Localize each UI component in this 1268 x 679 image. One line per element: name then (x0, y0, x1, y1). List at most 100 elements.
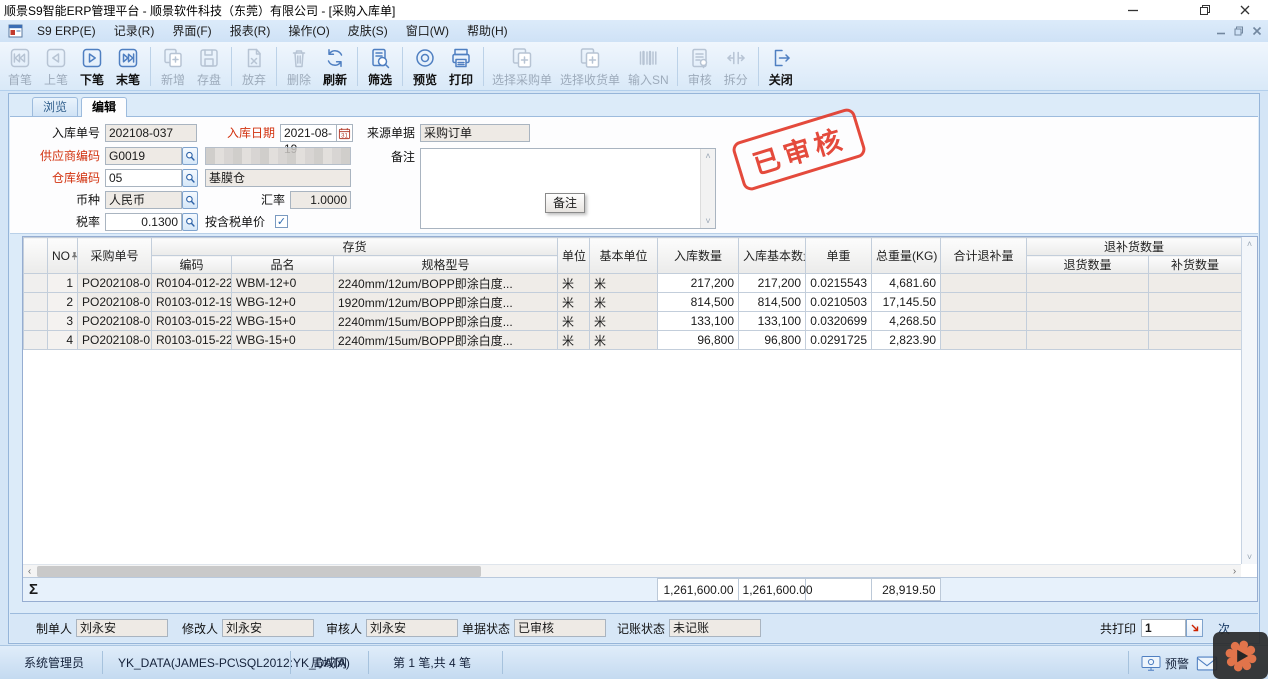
toolbar-button-barcode[interactable]: 输入SN (624, 44, 673, 89)
cell-unit: 米 (558, 274, 590, 293)
grid-horizontal-scrollbar[interactable]: ‹ › (23, 564, 1241, 577)
menu-item-5[interactable]: 皮肤(S) (339, 21, 397, 41)
toolbar-button-new[interactable]: 新增 (155, 44, 191, 89)
magnifier-icon (185, 195, 196, 206)
toolbar-button-delete[interactable]: 删除 (281, 44, 317, 89)
remark-textarea[interactable]: ˄˅ (420, 148, 716, 229)
close-button[interactable] (1230, 0, 1260, 20)
toolbar-button-prev[interactable]: 上笔 (38, 44, 74, 89)
print-count-input[interactable]: 1 (1141, 619, 1186, 637)
cell-base_unit: 米 (590, 293, 658, 312)
alert-button[interactable]: 预警 (1136, 652, 1194, 674)
toolbar-button-audit[interactable]: 审核 (682, 44, 718, 89)
mdi-close-icon[interactable] (1252, 26, 1262, 36)
warehouse-code-input[interactable]: 05 (105, 169, 182, 187)
last-icon (116, 46, 140, 70)
separator (290, 651, 291, 674)
toolbar-button-select-receipt[interactable]: 选择收货单 (556, 44, 624, 89)
minimize-icon (1127, 4, 1139, 16)
check-icon: ✓ (277, 215, 286, 228)
remark-scrollbar[interactable]: ˄˅ (700, 149, 715, 228)
menu-item-3[interactable]: 报表(R) (221, 21, 280, 41)
select-receipt-icon (578, 46, 602, 70)
print-count-spinner[interactable] (1186, 619, 1203, 637)
toolbar-button-last[interactable]: 末笔 (110, 44, 146, 89)
cell-base_unit: 米 (590, 331, 658, 350)
cell-total_weight: 4,681.60 (872, 274, 941, 293)
tab-browse[interactable]: 浏览 (32, 97, 78, 117)
menu-item-1[interactable]: 记录(R) (105, 21, 164, 41)
cell-base_qty: 217,200 (739, 274, 806, 293)
auditor-field: 刘永安 (366, 619, 458, 637)
tax-rate-input[interactable]: 0.1300 (105, 213, 182, 231)
toolbar-button-first[interactable]: 首笔 (2, 44, 38, 89)
discard-icon (242, 46, 266, 70)
toolbar-separator (276, 47, 277, 86)
toolbar-button-label: 存盘 (197, 71, 221, 88)
toolbar-button-refresh[interactable]: 刷新 (317, 44, 353, 89)
col-header-base-unit: 基本单位 (590, 238, 658, 274)
cell-code: R0103-015-2240-00 (152, 312, 232, 331)
status-network: 局域网 (311, 646, 347, 679)
toolbar-button-print[interactable]: 打印 (443, 44, 479, 89)
window-title: 顺景S9智能ERP管理平台 - 顺景软件科技（东莞）有限公司 - [采购入库单] (4, 2, 395, 19)
toolbar-button-split[interactable]: 拆分 (718, 44, 754, 89)
grid-vertical-scrollbar[interactable]: ˄˅ (1241, 237, 1257, 564)
toolbar-separator (483, 47, 484, 86)
currency-lookup-button[interactable] (182, 191, 198, 209)
supplier-code-input[interactable]: G0019 (105, 147, 182, 165)
refresh-icon (323, 46, 347, 70)
table-row[interactable]: 1PO202108-0...R0104-012-2240-00WBM-12+02… (24, 274, 1242, 293)
toolbar-separator (357, 47, 358, 86)
col-header-base-qty: 入库基本数量 (739, 238, 806, 274)
document-window: 浏览 编辑 入库单号 202108-037 入库日期 2021-08-19 31… (8, 93, 1260, 644)
table-row[interactable]: 2PO202108-0...R0103-012-1920-00WBG-12+01… (24, 293, 1242, 312)
cell-total_weight: 17,145.50 (872, 293, 941, 312)
restore-button[interactable] (1190, 0, 1220, 20)
toolbar-button-close-doc[interactable]: 关闭 (763, 44, 799, 89)
tax-included-checkbox[interactable]: ✓ (275, 215, 288, 228)
supplier-lookup-button[interactable] (182, 147, 198, 165)
mdi-restore-icon[interactable] (1234, 26, 1244, 36)
warehouse-lookup-button[interactable] (182, 169, 198, 187)
tax-rate-lookup-button[interactable] (182, 213, 198, 231)
detail-grid: NO 采购单号 存货 单位 基本单位 入库数量 入库基本数量 单重 总重量(KG… (22, 236, 1258, 602)
toolbar-button-next[interactable]: 下笔 (74, 44, 110, 89)
toolbar-button-discard[interactable]: 放弃 (236, 44, 272, 89)
menu-item-4[interactable]: 操作(O) (279, 21, 338, 41)
menu-item-2[interactable]: 界面(F) (163, 21, 220, 41)
cell-replenish_qty (1149, 312, 1241, 331)
toolbar-button-label: 新增 (161, 71, 185, 88)
menu-item-6[interactable]: 窗口(W) (397, 21, 458, 41)
row-indicator-header (24, 238, 48, 274)
menu-item-0[interactable]: S9 ERP(E) (28, 21, 105, 41)
currency-field[interactable]: 人民币 (105, 191, 182, 209)
monitor-icon (1141, 655, 1161, 672)
calendar-icon: 31 (338, 127, 351, 140)
date-picker-button[interactable]: 31 (336, 124, 353, 142)
mdi-minimize-icon[interactable] (1216, 26, 1226, 36)
creator-field: 刘永安 (76, 619, 168, 637)
col-header-unit: 单位 (558, 238, 590, 274)
toolbar-button-label: 输入SN (628, 71, 669, 88)
creator-label: 制单人 (18, 620, 72, 638)
menu-item-7[interactable]: 帮助(H) (458, 21, 517, 41)
toolbar-button-preview[interactable]: 预览 (407, 44, 443, 89)
table-row[interactable]: 3PO202108-0...R0103-015-2240-00WBG-15+02… (24, 312, 1242, 331)
toolbar-button-label: 筛选 (368, 71, 392, 88)
cell-po: PO202108-0... (78, 312, 152, 331)
scrollbar-thumb[interactable] (37, 566, 481, 577)
minimize-button[interactable] (1118, 0, 1148, 20)
toolbar-button-save[interactable]: 存盘 (191, 44, 227, 89)
row-indicator (24, 331, 48, 350)
receipt-date-input[interactable]: 2021-08-19 (280, 124, 337, 142)
book-status-label: 记账状态 (609, 620, 665, 638)
grid-body: NO 采购单号 存货 单位 基本单位 入库数量 入库基本数量 单重 总重量(KG… (23, 237, 1241, 564)
cell-po: PO202108-0... (78, 331, 152, 350)
col-header-return-qty: 退货数量 (1027, 256, 1149, 274)
toolbar-button-select-po[interactable]: 选择采购单 (488, 44, 556, 89)
toolbar-button-filter[interactable]: 筛选 (362, 44, 398, 89)
toolbar-button-label: 末笔 (116, 71, 140, 88)
table-row[interactable]: 4PO202108-0...R0103-015-2240-00WBG-15+02… (24, 331, 1242, 350)
tab-edit[interactable]: 编辑 (81, 97, 127, 117)
